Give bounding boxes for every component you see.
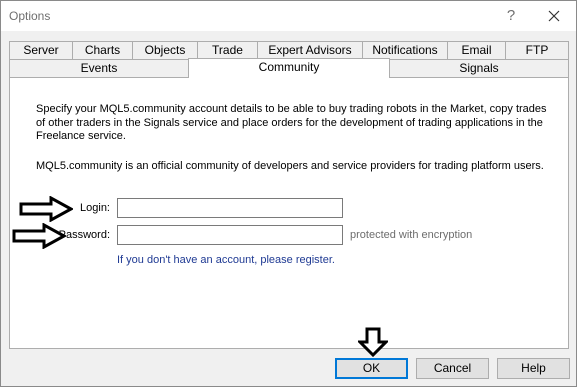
tab-charts[interactable]: Charts: [72, 41, 133, 59]
tab-objects[interactable]: Objects: [132, 41, 198, 59]
cancel-button[interactable]: Cancel: [416, 358, 489, 379]
options-dialog: Options ? Server Charts Objects Trade Ex…: [0, 0, 577, 387]
password-input[interactable]: [117, 225, 343, 245]
close-button[interactable]: [542, 4, 566, 28]
tab-expert-advisors[interactable]: Expert Advisors: [257, 41, 363, 59]
community-description: Specify your MQL5.community account deta…: [36, 103, 547, 142]
community-info: MQL5.community is an official community …: [36, 160, 544, 172]
tab-server[interactable]: Server: [9, 41, 73, 59]
community-panel: Specify your MQL5.community account deta…: [9, 77, 569, 349]
tab-notifications[interactable]: Notifications: [362, 41, 448, 59]
password-hint: protected with encryption: [350, 229, 473, 241]
close-icon: [548, 10, 560, 22]
arrow-right-icon: [19, 196, 73, 222]
tab-community[interactable]: Community: [188, 58, 390, 78]
ok-button[interactable]: OK: [335, 358, 408, 379]
tab-ftp[interactable]: FTP: [505, 41, 569, 59]
register-link[interactable]: If you don't have an account, please reg…: [117, 254, 335, 266]
tab-trade[interactable]: Trade: [197, 41, 258, 59]
tab-email[interactable]: Email: [447, 41, 506, 59]
help-title-button[interactable]: ?: [499, 4, 523, 28]
arrow-right-icon: [12, 223, 66, 249]
tab-signals[interactable]: Signals: [389, 59, 569, 77]
arrow-down-icon: [358, 327, 388, 357]
window-title: Options: [9, 9, 51, 23]
tab-events[interactable]: Events: [9, 59, 189, 77]
login-input[interactable]: [117, 198, 343, 218]
title-bar: Options ?: [1, 1, 576, 31]
help-button[interactable]: Help: [497, 358, 570, 379]
